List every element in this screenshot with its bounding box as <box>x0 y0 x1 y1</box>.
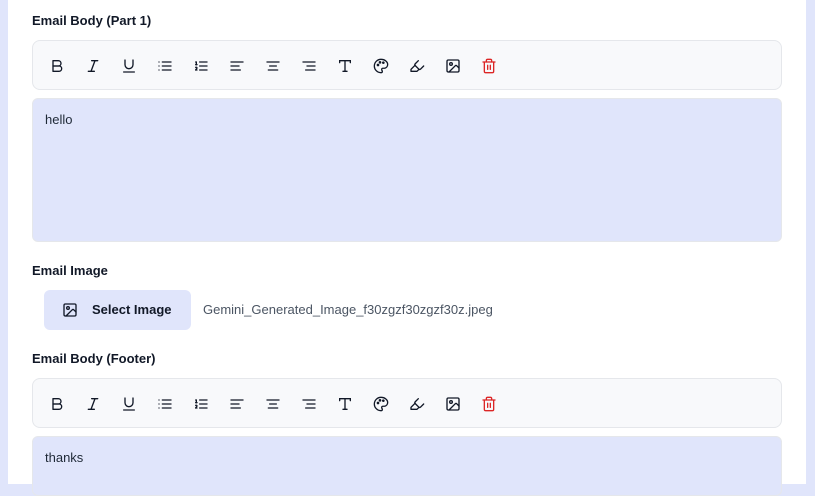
select-image-label: Select Image <box>92 302 172 317</box>
align-center-icon[interactable] <box>261 54 285 78</box>
email-body-part1-editor[interactable]: hello <box>32 98 782 242</box>
email-body-part1-text: hello <box>45 112 73 127</box>
image-icon <box>63 303 77 317</box>
align-left-icon[interactable] <box>225 54 249 78</box>
email-body-footer-text: thanks <box>45 450 84 465</box>
image-icon[interactable] <box>441 392 465 416</box>
image-icon[interactable] <box>441 54 465 78</box>
trash-icon[interactable] <box>477 392 501 416</box>
email-image-label: Email Image <box>32 263 108 278</box>
align-right-icon[interactable] <box>297 392 321 416</box>
align-left-icon[interactable] <box>225 392 249 416</box>
email-body-part1-toolbar <box>32 40 782 90</box>
bold-icon[interactable] <box>45 392 69 416</box>
email-form-card: Email Body (Part 1) hello Email Image Se… <box>8 0 806 496</box>
underline-icon[interactable] <box>117 392 141 416</box>
underline-icon[interactable] <box>117 54 141 78</box>
bullet-list-icon[interactable] <box>153 54 177 78</box>
align-right-icon[interactable] <box>297 54 321 78</box>
palette-icon[interactable] <box>369 392 393 416</box>
palette-icon[interactable] <box>369 54 393 78</box>
ordered-list-icon[interactable] <box>189 392 213 416</box>
text-size-icon[interactable] <box>333 392 357 416</box>
highlighter-icon[interactable] <box>405 54 429 78</box>
trash-icon[interactable] <box>477 54 501 78</box>
select-image-button[interactable]: Select Image <box>44 290 191 330</box>
email-body-footer-editor[interactable]: thanks <box>32 436 782 496</box>
align-center-icon[interactable] <box>261 392 285 416</box>
bold-icon[interactable] <box>45 54 69 78</box>
italic-icon[interactable] <box>81 54 105 78</box>
email-body-part1-label: Email Body (Part 1) <box>32 13 152 28</box>
email-body-footer-toolbar <box>32 378 782 428</box>
email-body-footer-label: Email Body (Footer) <box>32 351 156 366</box>
bullet-list-icon[interactable] <box>153 392 177 416</box>
selected-image-filename: Gemini_Generated_Image_f30zgzf30zgzf30z.… <box>203 302 493 317</box>
text-size-icon[interactable] <box>333 54 357 78</box>
ordered-list-icon[interactable] <box>189 54 213 78</box>
highlighter-icon[interactable] <box>405 392 429 416</box>
italic-icon[interactable] <box>81 392 105 416</box>
